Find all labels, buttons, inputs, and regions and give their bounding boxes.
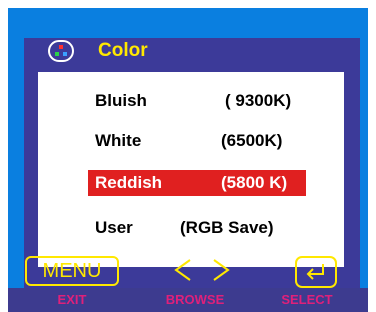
menu-title: Color: [98, 40, 148, 61]
browse-arrows[interactable]: [170, 254, 240, 286]
option-value: (5800 K): [221, 173, 288, 192]
enter-icon: [306, 264, 324, 280]
option-user[interactable]: User (RGB Save): [95, 215, 305, 241]
select-label: SELECT: [281, 292, 333, 307]
option-name: White: [95, 131, 142, 150]
menu-button[interactable]: MENU: [25, 256, 119, 286]
color-rgb-icon: [48, 40, 74, 62]
option-value: (RGB Save): [180, 218, 274, 237]
left-right-arrows-icon: [174, 259, 230, 281]
option-name: User: [95, 218, 133, 237]
option-reddish-selected[interactable]: Reddish (5800 K): [88, 170, 306, 196]
browse-label: BROWSE: [165, 292, 225, 307]
option-name: Reddish: [95, 173, 163, 192]
option-white[interactable]: White (6500K): [95, 128, 305, 154]
exit-label: EXIT: [57, 292, 87, 307]
option-value: ( 9300K): [225, 91, 292, 110]
option-name: Bluish: [95, 91, 147, 110]
option-bluish[interactable]: Bluish ( 9300K): [95, 88, 305, 114]
color-temperature-list: Bluish ( 9300K) White (6500K) Reddish (5…: [38, 72, 344, 267]
option-value: (6500K): [221, 131, 283, 150]
select-button[interactable]: [295, 256, 337, 288]
